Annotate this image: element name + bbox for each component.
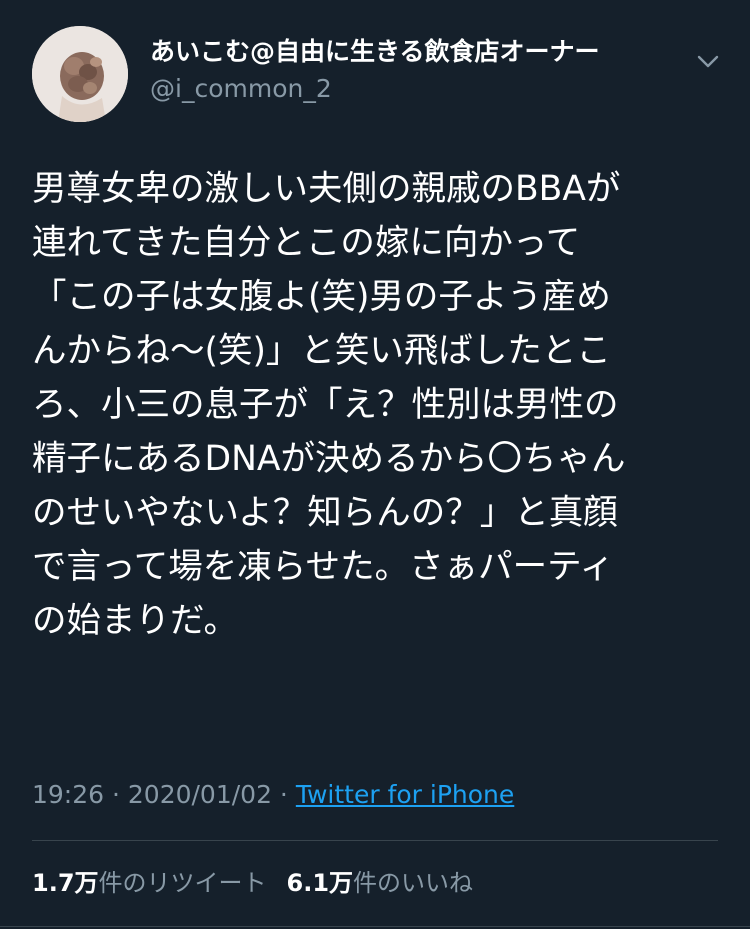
user-avatar-photo-icon <box>32 26 128 122</box>
tweet-header: あいこむ@自由に生きる飲食店オーナー @i_common_2 <box>32 26 722 122</box>
retweets-stat[interactable]: 1.7万件のリツイート <box>32 869 267 897</box>
tweet-text-line: 男尊女卑の激しい夫側の親戚のBBAが <box>32 169 621 209</box>
meta-separator: · <box>104 780 128 809</box>
divider <box>0 926 750 927</box>
likes-label: 件のいいね <box>353 869 474 897</box>
tweet-source-link[interactable]: Twitter for iPhone <box>296 780 514 809</box>
chevron-down-icon[interactable] <box>694 48 722 76</box>
tweet-text: 男尊女卑の激しい夫側の親戚のBBAが 連れてきた自分とこの嫁に向かって 「この子… <box>32 162 722 648</box>
tweet-meta: 19:26 · 2020/01/02 · Twitter for iPhone <box>32 776 514 814</box>
retweets-count: 1.7万 <box>32 869 99 897</box>
avatar[interactable] <box>32 26 128 122</box>
tweet-text-line: ろ、小三の息子が「え？性別は男性の <box>32 385 619 425</box>
tweet-text-line: の始まりだ。 <box>32 601 238 641</box>
tweet-text-line: で言って場を凍らせた。さぁパーティ <box>32 547 615 587</box>
tweet-detail: あいこむ@自由に生きる飲食店オーナー @i_common_2 男尊女卑の激しい夫… <box>0 0 750 929</box>
tweet-text-line: 精子にあるDNAが決めるから〇ちゃん <box>32 439 626 479</box>
tweet-text-line: 「この子は女腹よ(笑)男の子よう産め <box>32 277 611 317</box>
tweet-text-line: のせいやないよ？知らんの？」と真顔 <box>32 493 618 533</box>
tweet-date: 2020/01/02 <box>127 780 272 809</box>
user-names: あいこむ@自由に生きる飲食店オーナー @i_common_2 <box>150 36 600 106</box>
tweet-time: 19:26 <box>32 780 105 809</box>
tweet-text-line: んからね〜(笑)」と笑い飛ばしたとこ <box>32 331 611 371</box>
likes-stat[interactable]: 6.1万件のいいね <box>287 869 474 897</box>
likes-count: 6.1万 <box>286 869 354 897</box>
meta-separator: · <box>271 780 296 809</box>
tweet-text-line: 連れてきた自分とこの嫁に向かって <box>32 223 581 263</box>
user-handle[interactable]: @i_common_2 <box>150 72 600 106</box>
tweet-stats: 1.7万件のリツイート 6.1万件のいいね <box>32 865 473 901</box>
divider <box>32 840 718 841</box>
display-name[interactable]: あいこむ@自由に生きる飲食店オーナー <box>150 36 600 68</box>
retweets-label: 件のリツイート <box>98 869 267 897</box>
